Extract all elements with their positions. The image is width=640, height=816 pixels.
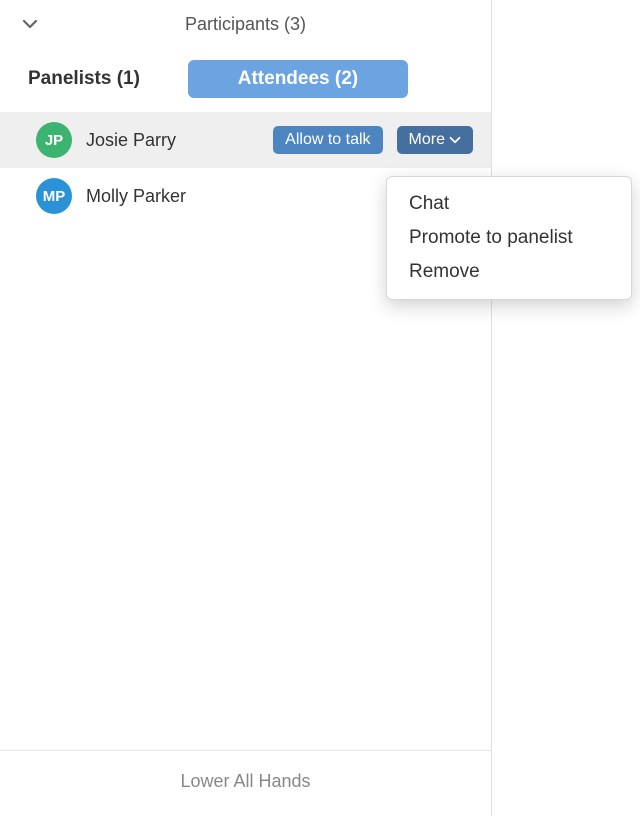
tab-attendees[interactable]: Attendees (2) bbox=[188, 60, 408, 98]
lower-all-hands-button[interactable]: Lower All Hands bbox=[0, 750, 491, 816]
tab-panelists[interactable]: Panelists (1) bbox=[20, 62, 148, 96]
attendee-name: Josie Parry bbox=[86, 130, 259, 151]
more-menu: Chat Promote to panelist Remove bbox=[386, 176, 632, 300]
chevron-down-icon bbox=[449, 134, 461, 146]
participants-panel: Participants (3) Panelists (1) Attendees… bbox=[0, 0, 492, 816]
avatar: MP bbox=[36, 178, 72, 214]
avatar: JP bbox=[36, 122, 72, 158]
panel-header: Participants (3) bbox=[0, 0, 491, 48]
menu-item-remove[interactable]: Remove bbox=[387, 255, 631, 289]
collapse-button[interactable] bbox=[16, 10, 44, 38]
more-button-label: More bbox=[409, 131, 445, 149]
menu-item-promote[interactable]: Promote to panelist bbox=[387, 221, 631, 255]
allow-to-talk-button[interactable]: Allow to talk bbox=[273, 126, 382, 154]
attendee-row[interactable]: JP Josie Parry Allow to talk More bbox=[0, 112, 491, 168]
chevron-down-icon bbox=[22, 16, 38, 32]
panel-title: Participants (3) bbox=[0, 14, 491, 35]
more-button[interactable]: More bbox=[397, 126, 473, 154]
menu-item-chat[interactable]: Chat bbox=[387, 187, 631, 221]
tabs: Panelists (1) Attendees (2) bbox=[0, 48, 491, 112]
